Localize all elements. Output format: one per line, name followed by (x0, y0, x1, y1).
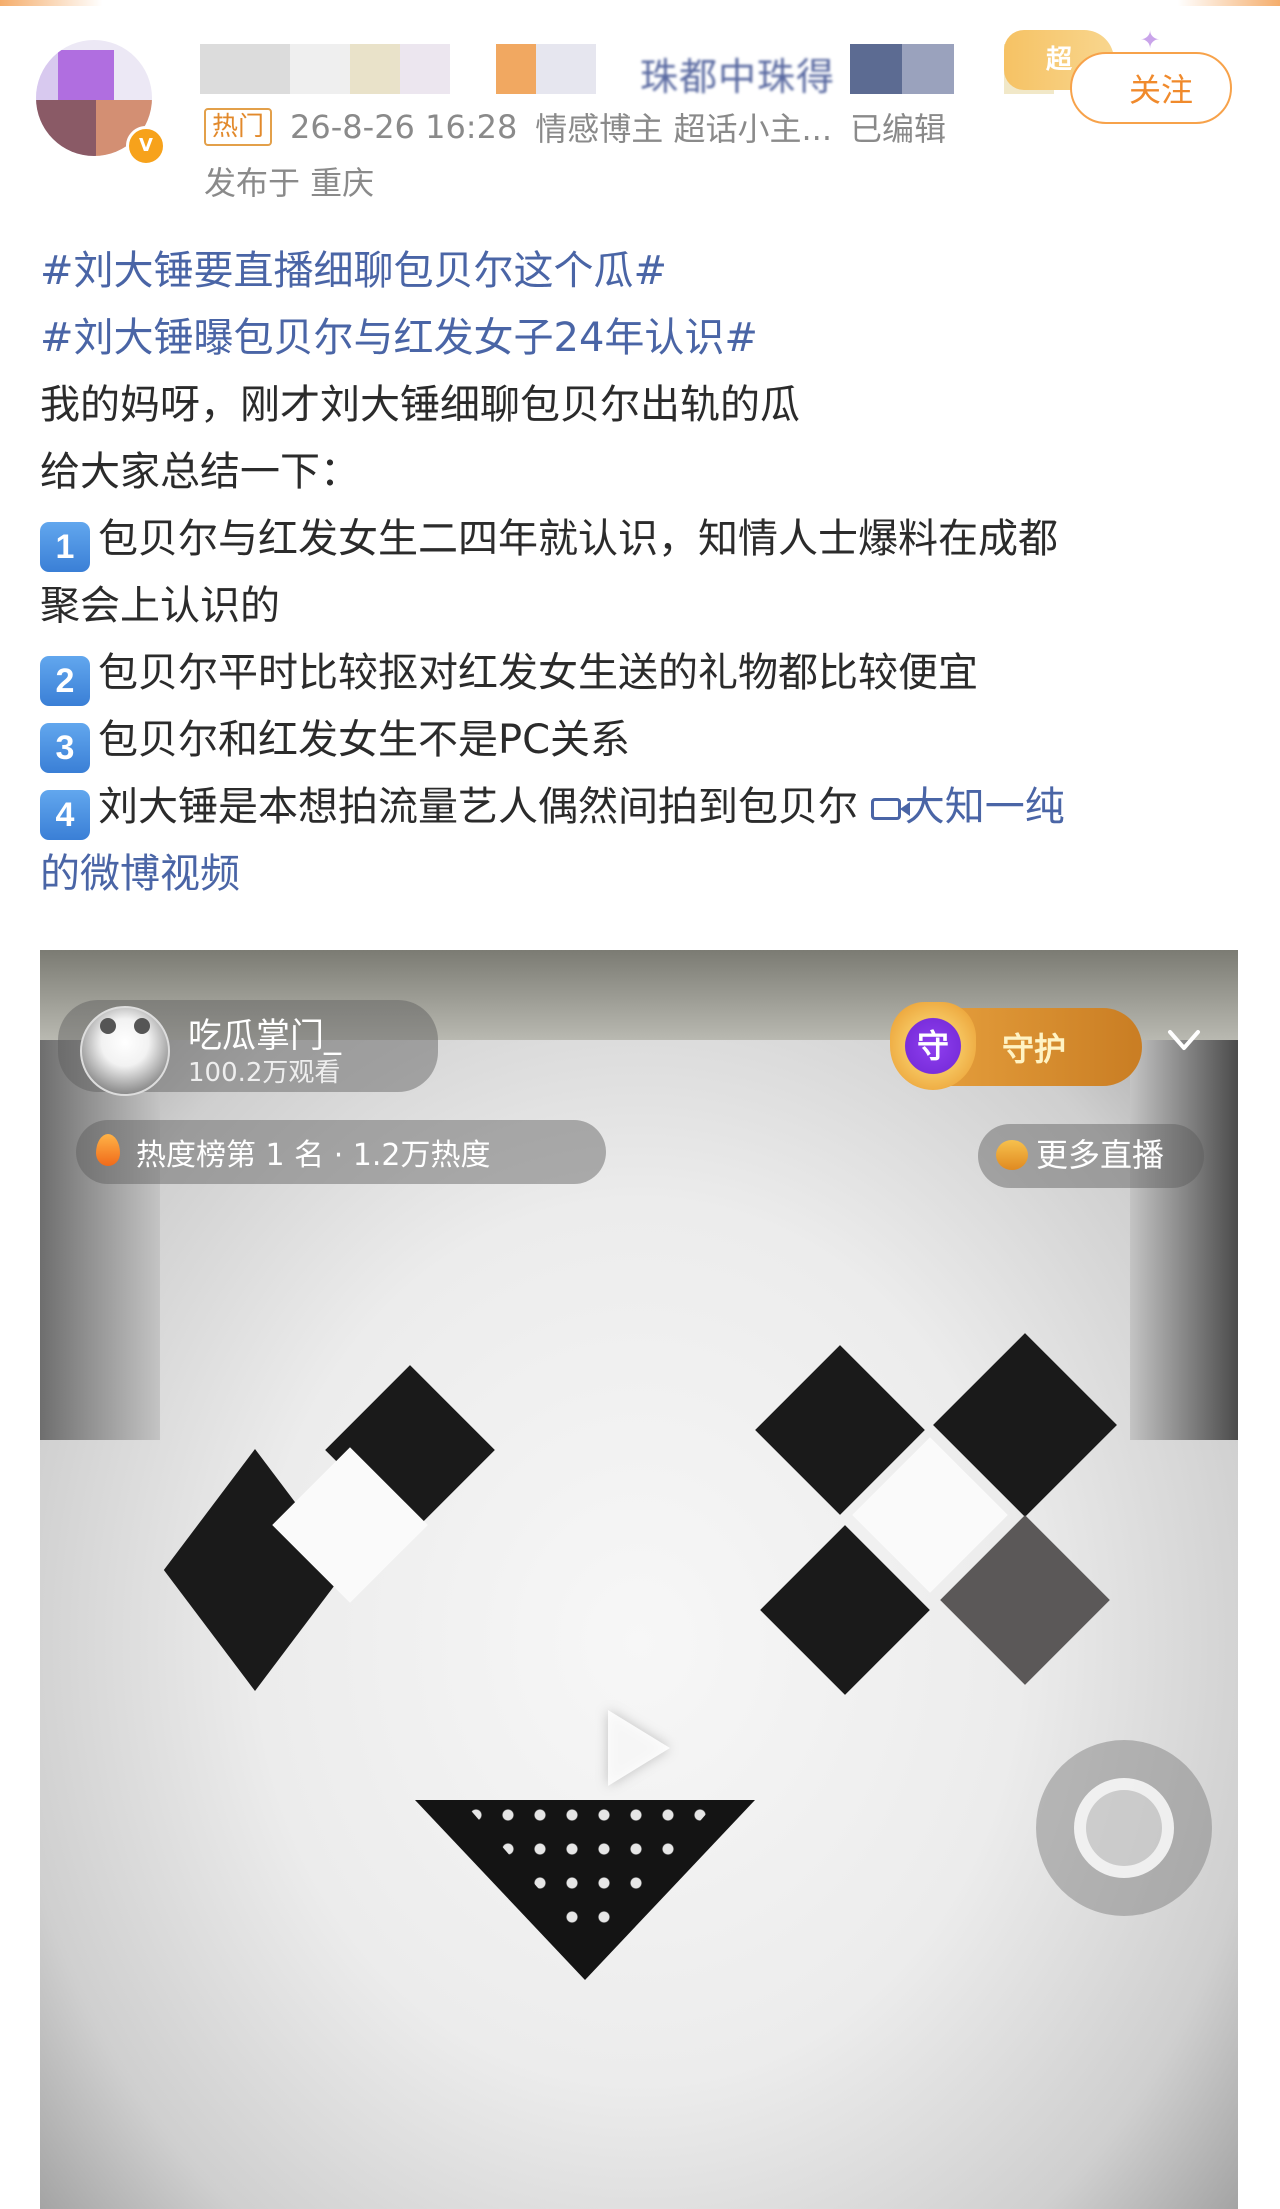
point-text: 刘大锤是本想拍流量艺人偶然间拍到包贝尔 (98, 784, 871, 830)
intro-line: 我的妈呀，刚才刘大锤细聊包贝尔出轨的瓜 (40, 382, 800, 428)
video-link[interactable]: 大知一纯 (870, 784, 1065, 830)
nickname-mosaic-block (400, 44, 450, 94)
avatar-pixel (36, 50, 58, 100)
video-link-suffix[interactable]: 的微博视频 (40, 851, 240, 897)
nickname-mosaic-block (536, 44, 596, 94)
heat-rank-text: 热度榜第 1 名 · 1.2万热度 (136, 1138, 491, 1173)
follow-button[interactable]: 关注 (1070, 52, 1232, 124)
point-text: 包贝尔平时比较抠对红发女生送的礼物都比较便宜 (98, 650, 978, 696)
point-text-continued: 聚会上认识的 (40, 583, 280, 629)
topic-link[interactable]: #刘大锤要直播细聊包贝尔这个瓜# (40, 248, 667, 294)
streamer-name[interactable]: 吃瓜掌门_ (188, 1008, 341, 1057)
author-nickname-mosaic[interactable] (200, 40, 596, 98)
video-frame-facet (40, 1040, 160, 1440)
guard-label: 守护 (1002, 1030, 1067, 1068)
verified-badge-icon: V (126, 126, 166, 166)
summary-point: 2 包贝尔平时比较抠对红发女生送的礼物都比较便宜 (40, 640, 1240, 707)
weibo-post-page: V 珠都中珠得 超 ✦ 关注 热门 26-8-26 16:28 情感博主 超话小… (0, 0, 1280, 2209)
nickname-mosaic-block (200, 44, 290, 94)
play-icon[interactable] (608, 1710, 670, 1786)
nickname-mosaic-block (350, 44, 400, 94)
summary-point: 3 包贝尔和红发女生不是PC关系 (40, 707, 1240, 774)
avatar-pixel (36, 100, 96, 156)
intro-line: 给大家总结一下： (40, 449, 360, 495)
streamer-avatar[interactable] (80, 1006, 170, 1096)
guard-shield-icon: 守 (890, 1002, 976, 1090)
point-text: 包贝尔和红发女生不是PC关系 (98, 717, 631, 763)
author-nickname-text[interactable]: 珠都中珠得 (640, 46, 835, 101)
nickname-mosaic-block (496, 44, 536, 94)
nickname-mosaic-block (290, 44, 350, 94)
top-edge-strip (0, 0, 1280, 6)
hot-tag[interactable]: 热门 (204, 108, 273, 146)
avatar-ear (100, 1018, 116, 1034)
topic-link[interactable]: #刘大锤曝包贝尔与红发女子24年认识# (40, 315, 758, 361)
keycap-number-icon: 4 (40, 790, 90, 840)
more-live-icon (996, 1140, 1028, 1170)
post-timestamp: 26-8-26 16:28 (290, 108, 518, 146)
video-player[interactable]: 吃瓜掌门_ 100.2万观看 热度榜第 1 名 · 1.2万热度 守 守护 更多… (40, 950, 1238, 2209)
author-tags[interactable]: 情感博主 超话小主... (535, 104, 832, 150)
video-link-author[interactable]: 大知一纯 (905, 784, 1065, 830)
nickname-mosaic-block (954, 44, 1004, 94)
post-meta: 热门 26-8-26 16:28 情感博主 超话小主... 已编辑 (204, 104, 946, 150)
summary-point: 1 包贝尔与红发女生二四年就认识，知情人士爆料在成都 (40, 506, 1240, 573)
nickname-mosaic-block (902, 44, 954, 94)
post-content: #刘大锤要直播细聊包贝尔这个瓜# #刘大锤曝包贝尔与红发女子24年认识# 我的妈… (40, 238, 1240, 908)
avatar-pixel (58, 50, 114, 100)
keycap-number-icon: 2 (40, 656, 90, 706)
video-frame-facet (1130, 1040, 1238, 1440)
edited-label[interactable]: 已编辑 (850, 104, 946, 150)
streamer-views: 100.2万观看 (188, 1058, 341, 1088)
assistive-touch-ring (1074, 1778, 1174, 1878)
nickname-mosaic-block (850, 44, 902, 94)
keycap-number-icon: 3 (40, 723, 90, 773)
post-location: 发布于 重庆 (204, 164, 375, 202)
keycap-number-icon: 1 (40, 522, 90, 572)
assistive-touch-icon[interactable] (1036, 1740, 1212, 1916)
fire-icon (96, 1134, 120, 1166)
more-live-label: 更多直播 (1036, 1136, 1165, 1174)
sparkle-icon: ✦ (1140, 26, 1161, 54)
nickname-mosaic-block (450, 44, 496, 94)
summary-point: 4 刘大锤是本想拍流量艺人偶然间拍到包贝尔 大知一纯 (40, 774, 1240, 841)
avatar-ear (134, 1018, 150, 1034)
video-camera-icon (870, 798, 910, 820)
chevron-down-icon[interactable] (1166, 1022, 1202, 1058)
point-text: 包贝尔与红发女生二四年就认识，知情人士爆料在成都 (98, 516, 1058, 562)
